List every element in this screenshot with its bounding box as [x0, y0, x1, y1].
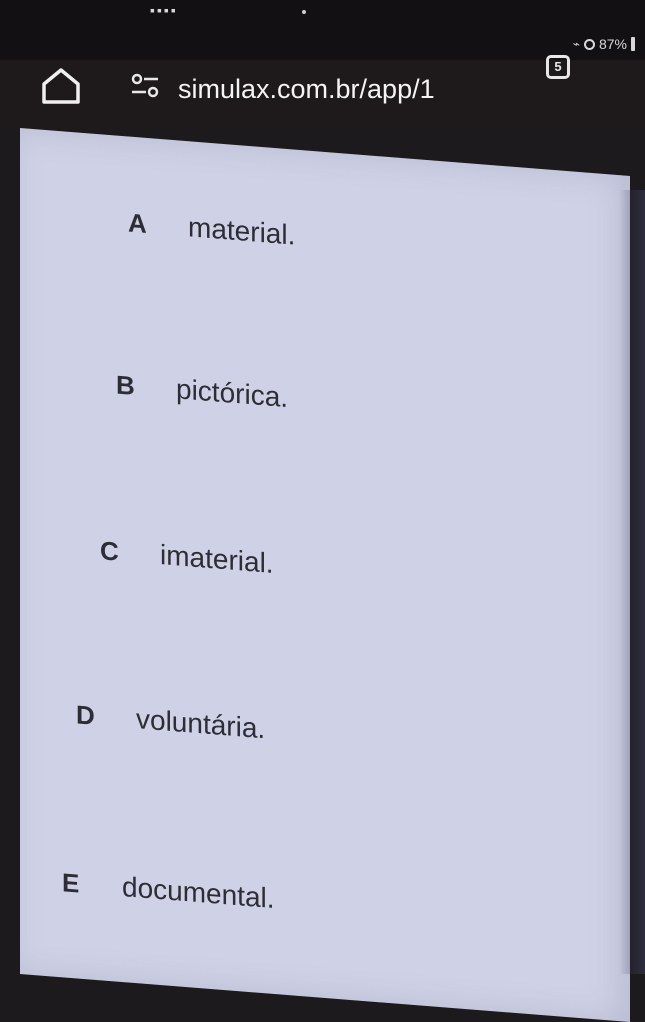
option-letter: A	[128, 207, 147, 239]
battery-icon	[631, 37, 635, 51]
notification-icons: ▪▪▪▪	[150, 2, 178, 18]
option-b[interactable]: B pictórica.	[116, 369, 288, 415]
option-text: imaterial.	[160, 539, 274, 579]
tab-switcher-button[interactable]: 5	[546, 55, 570, 79]
battery-percent: 87%	[598, 36, 627, 52]
status-bar: ▪▪▪▪ ⌁ 87%	[0, 0, 645, 60]
option-text: documental.	[122, 871, 275, 915]
option-letter: D	[76, 699, 95, 731]
answer-options-panel: A material. B pictórica. C imaterial. D …	[20, 128, 630, 1022]
option-a[interactable]: A material.	[128, 206, 295, 251]
notification-dot-icon	[302, 10, 306, 14]
option-c[interactable]: C imaterial.	[100, 534, 274, 580]
screen-edge-shadow	[619, 190, 645, 974]
signal-icon: ⌁	[572, 37, 580, 51]
option-text: material.	[188, 211, 296, 251]
option-letter: E	[62, 867, 80, 899]
alarm-icon	[583, 38, 595, 50]
option-letter: B	[116, 369, 135, 402]
home-icon[interactable]	[38, 66, 84, 106]
option-e[interactable]: E documental.	[62, 866, 275, 915]
option-letter: C	[100, 535, 119, 567]
option-text: voluntária.	[136, 703, 266, 745]
option-text: pictórica.	[176, 373, 289, 414]
option-d[interactable]: D voluntária.	[76, 698, 265, 745]
site-settings-icon[interactable]	[128, 72, 162, 102]
url-field[interactable]: simulax.com.br/app/1	[178, 74, 435, 105]
status-right: ⌁ 87%	[573, 36, 635, 52]
